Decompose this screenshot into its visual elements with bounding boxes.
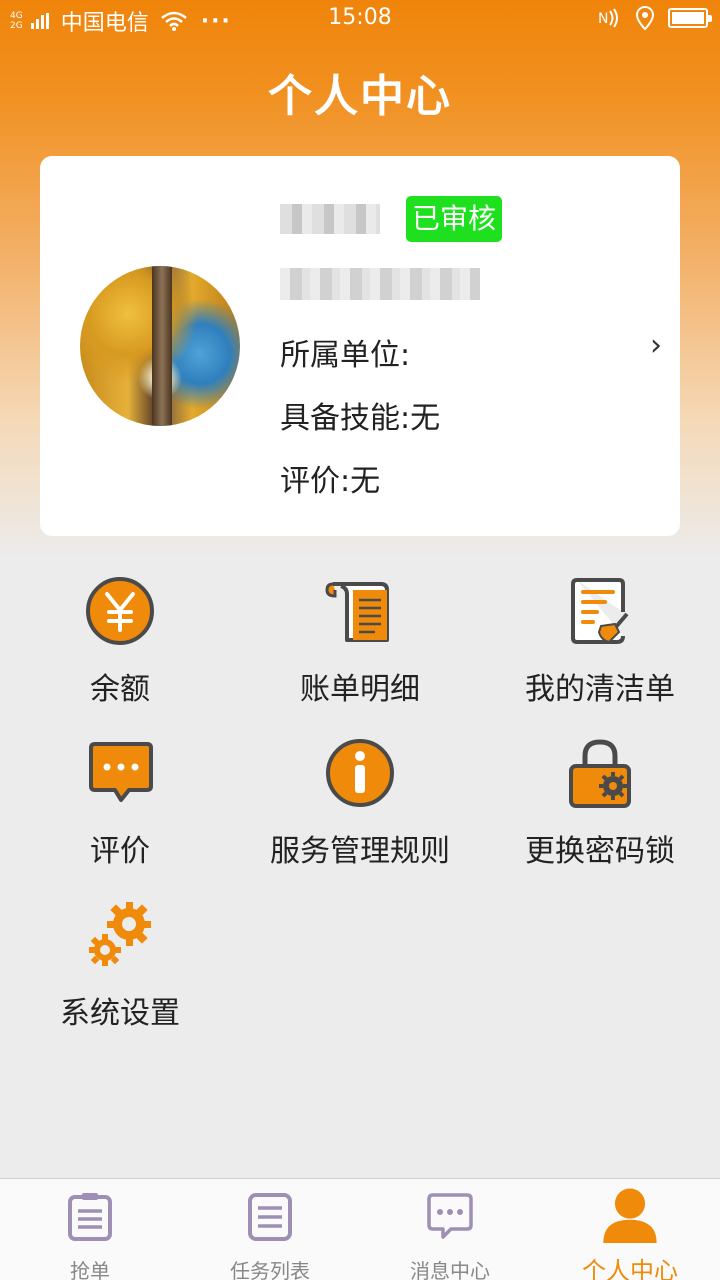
svg-text:N: N [598, 11, 608, 27]
bottom-tab-bar: 抢单 任务列表 消息中心 个人中心 [0, 1178, 720, 1280]
menu-item-change-lock[interactable]: 更换密码锁 [480, 738, 720, 869]
info-icon [326, 739, 394, 807]
chat-bubble-icon [89, 742, 153, 802]
user-name-redacted [280, 204, 380, 234]
avatar[interactable] [80, 266, 240, 426]
verified-badge: 已审核 [406, 196, 503, 242]
rating-label: 评价:无 [280, 464, 381, 499]
menu-item-bill-details[interactable]: 账单明细 [240, 576, 480, 707]
tab-profile[interactable]: 个人中心 [540, 1179, 720, 1280]
gears-icon [89, 902, 151, 966]
user-phone-redacted [280, 268, 480, 300]
skills-label: 具备技能:无 [280, 401, 441, 436]
menu-label: 余额 [90, 672, 150, 707]
menu-item-cleaning-list[interactable]: 我的清洁单 [480, 576, 720, 707]
location-icon [636, 6, 654, 30]
bill-scroll-icon [325, 582, 389, 642]
menu-label: 服务管理规则 [270, 834, 450, 869]
menu-label: 更换密码锁 [525, 834, 675, 869]
menu-label: 账单明细 [300, 672, 420, 707]
menu-label: 评价 [90, 834, 150, 869]
nfc-icon: N [598, 8, 618, 28]
battery-icon [668, 8, 712, 28]
tab-label: 消息中心 [410, 1259, 490, 1280]
clipboard-icon [68, 1193, 112, 1241]
yuan-coin-icon [86, 577, 154, 645]
tab-grab-order[interactable]: 抢单 [0, 1179, 180, 1280]
menu-item-system-settings[interactable]: 系统设置 [0, 900, 240, 1031]
status-bar: 4G 2G 中国电信 ··· 15:08 N [0, 0, 720, 38]
task-list-icon [248, 1193, 292, 1241]
menu-item-balance[interactable]: 余额 [0, 576, 240, 707]
tab-messages[interactable]: 消息中心 [360, 1179, 540, 1280]
person-icon [603, 1188, 657, 1243]
padlock-gear-icon [569, 739, 631, 808]
menu-item-rating[interactable]: 评价 [0, 738, 240, 869]
menu-label: 系统设置 [60, 996, 180, 1031]
tab-task-list[interactable]: 任务列表 [180, 1179, 360, 1280]
message-icon [427, 1193, 473, 1239]
tab-label: 任务列表 [230, 1259, 310, 1280]
cleaning-list-icon [571, 578, 629, 644]
menu-label: 我的清洁单 [525, 672, 675, 707]
unit-label: 所属单位: [280, 338, 411, 373]
profile-card[interactable]: 已审核 所属单位: 具备技能:无 评价:无 › [40, 156, 680, 536]
page-title: 个人中心 [268, 71, 452, 122]
menu-item-service-rules[interactable]: 服务管理规则 [240, 738, 480, 869]
tab-label: 抢单 [70, 1259, 110, 1280]
chevron-right-icon[interactable]: › [650, 328, 662, 363]
tab-label: 个人中心 [582, 1257, 678, 1280]
